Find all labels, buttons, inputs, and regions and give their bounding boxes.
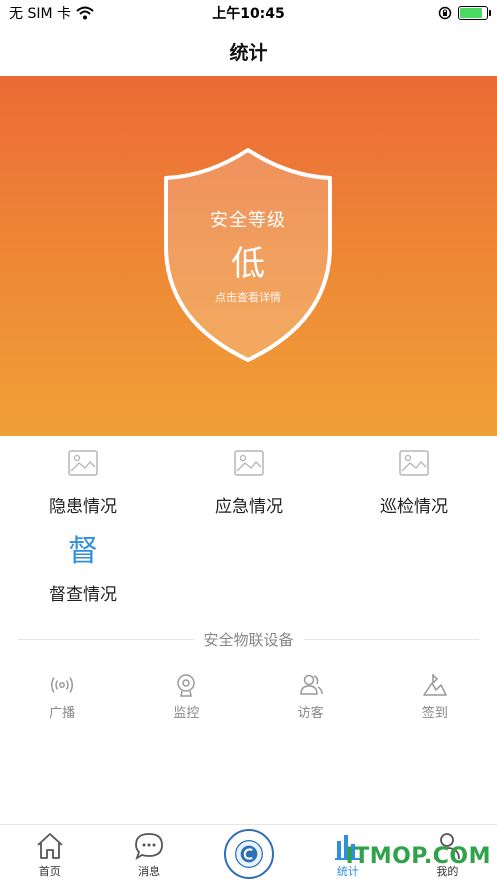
page-title: 统计 [229, 41, 268, 64]
device-label: 访客 [297, 706, 324, 721]
divider-line [303, 638, 480, 640]
checkin-icon [423, 674, 447, 696]
device-label: 广播 [49, 706, 76, 721]
iot-heading: 安全物联设备 [203, 630, 294, 649]
device-label: 监控 [173, 706, 200, 721]
grid-item-inspection[interactable]: 巡检情况 [331, 450, 497, 517]
status-left: 无 SIM 卡 [9, 3, 94, 23]
message-icon [135, 833, 164, 861]
grid-item-label: 巡检情况 [380, 497, 448, 517]
orientation-lock-icon [438, 6, 452, 20]
device-visitor[interactable]: 访客 [249, 672, 373, 721]
tab-messages[interactable]: 消息 [99, 825, 198, 883]
hero-banner: 安全等级 低 点击查看详情 [0, 76, 497, 436]
tab-home[interactable]: 首页 [0, 825, 99, 883]
carrier-label: 无 SIM 卡 [9, 6, 71, 22]
shield-content[interactable]: 安全等级 低 点击查看详情 [158, 146, 338, 305]
wifi-icon [76, 6, 94, 20]
shield-title: 安全等级 [210, 210, 286, 231]
grid-item-label: 应急情况 [215, 497, 283, 517]
device-broadcast[interactable]: 广播 [0, 672, 124, 721]
status-right [438, 6, 491, 20]
device-checkin[interactable]: 签到 [373, 672, 497, 721]
image-placeholder-icon [68, 450, 98, 476]
tab-label: 首页 [38, 865, 61, 878]
battery-fill [460, 8, 483, 18]
grid-item-emergency[interactable]: 应急情况 [166, 450, 332, 517]
iot-devices: 广播 监控 访客 签到 [0, 672, 497, 721]
center-logo-icon [223, 829, 274, 879]
home-icon [37, 833, 63, 859]
status-bar: 无 SIM 卡 上午10:45 [0, 0, 497, 26]
grid-item-label: 隐患情况 [49, 497, 117, 517]
shield-hint: 点击查看详情 [215, 291, 281, 304]
iot-divider: 安全物联设备 [18, 628, 480, 650]
shield-level: 低 [231, 244, 265, 284]
visitor-icon [299, 674, 323, 695]
device-monitor[interactable]: 监控 [124, 672, 248, 721]
grid-item-label: 督查情况 [49, 585, 117, 605]
watermark: ITMOP.COM [345, 844, 491, 869]
logo-emblem-icon [234, 840, 263, 868]
battery-icon [458, 6, 491, 20]
camera-icon [177, 674, 196, 697]
image-placeholder-icon [399, 450, 429, 476]
tab-label: 消息 [138, 865, 161, 878]
nav-bar: 统计 [0, 26, 497, 76]
grid-item-hidden-danger[interactable]: 隐患情况 [0, 450, 166, 517]
grid-item-supervision[interactable]: 督 督查情况 [0, 532, 166, 605]
broadcast-icon [51, 677, 74, 693]
image-placeholder-icon [234, 450, 264, 476]
du-glyph-icon: 督 [68, 534, 98, 569]
divider-line [18, 638, 194, 640]
tab-center-logo[interactable] [199, 825, 298, 883]
device-label: 签到 [421, 706, 448, 721]
